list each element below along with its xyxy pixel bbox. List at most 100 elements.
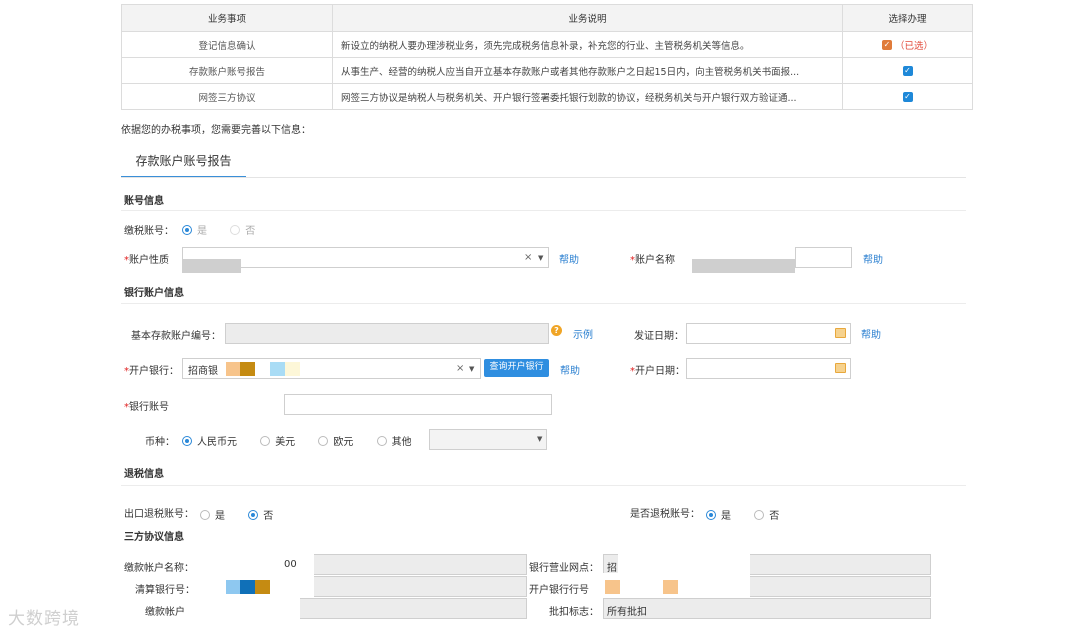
masked-value <box>182 259 241 273</box>
currency-other-select[interactable] <box>429 429 547 450</box>
radio-currency-eur[interactable] <box>318 435 329 446</box>
bank-account-input[interactable] <box>284 394 552 415</box>
radio-export-refund-yes[interactable] <box>200 509 210 520</box>
selected-label: （已选） <box>894 40 933 52</box>
radio-label: 否 <box>769 511 780 522</box>
row-desc: 从事生产、经营的纳税人应当自开立基本存款账户或者其他存款账户之日起15日内，向主… <box>332 57 843 84</box>
section-refund-info: 退税信息 <box>124 469 164 480</box>
question-icon[interactable]: ? <box>551 325 562 336</box>
help-link[interactable]: 帮助 <box>559 251 579 266</box>
help-link[interactable]: 帮助 <box>861 326 881 341</box>
opening-date-label: *开户日期： <box>630 366 685 377</box>
tab-divider <box>121 177 966 178</box>
deduct-flag-label: 批扣标志： <box>549 607 599 618</box>
clear-icon[interactable]: × <box>456 363 464 374</box>
account-name-label: *账户名称 <box>630 255 675 266</box>
deduct-flag-value: 所有批扣 <box>607 607 647 618</box>
masked-value <box>240 362 255 376</box>
divider <box>121 210 966 211</box>
query-bank-button[interactable]: 查询开户银行 <box>484 359 549 377</box>
radio-label: 是 <box>215 511 225 522</box>
masked-value <box>285 362 300 376</box>
chevron-down-icon[interactable]: ▼ <box>537 435 542 443</box>
pay-account-name-label: 缴款帐户名称： <box>124 563 194 574</box>
calendar-icon[interactable] <box>835 363 846 373</box>
col-header-select: 选择办理 <box>842 4 973 32</box>
checkbox-checked-icon[interactable]: ✓ <box>902 65 913 76</box>
radio-label: 是 <box>197 226 207 237</box>
row-desc: 网签三方协议是纳税人与税务机关、开户银行签署委托银行划款的协议，经税务机关与开户… <box>332 83 843 110</box>
row-item: 登记信息确认 <box>121 31 333 58</box>
opening-bank-value: 招商银 <box>188 366 218 377</box>
table-row: 登记信息确认 新设立的纳税人要办理涉税业务，须先完成税务信息补录，补充您的行业、… <box>121 31 973 58</box>
radio-currency-usd[interactable] <box>260 435 271 446</box>
radio-currency-other[interactable] <box>376 435 387 446</box>
calendar-icon[interactable] <box>835 328 846 338</box>
pay-account-label: 缴款帐户 <box>145 607 185 618</box>
chevron-down-icon[interactable]: ▼ <box>469 365 474 373</box>
divider <box>121 485 966 486</box>
example-link[interactable]: 示例 <box>573 326 593 341</box>
col-header-desc: 业务说明 <box>332 4 843 32</box>
table-row: 网签三方协议 网签三方协议是纳税人与税务机关、开户银行签署委托银行划款的协议，经… <box>121 83 973 110</box>
radio-currency-rmb[interactable] <box>182 435 192 446</box>
currency-label: 币种： <box>145 437 175 448</box>
intro-text: 依据您的办税事项，您需要完善以下信息： <box>121 125 311 136</box>
masked-value <box>618 548 750 576</box>
business-table: 业务事项 业务说明 选择办理 登记信息确认 新设立的纳税人要办理涉税业务，须先完… <box>121 4 973 110</box>
opening-date-input[interactable] <box>686 358 851 379</box>
radio-label: 是 <box>721 511 731 522</box>
help-link[interactable]: 帮助 <box>560 362 580 377</box>
opening-bank-no-label: 开户银行行号 <box>529 585 589 596</box>
table-row: 存款账户账号报告 从事生产、经营的纳税人应当自开立基本存款账户或者其他存款账户之… <box>121 57 973 84</box>
watermark-logo: 大数跨境 <box>8 609 80 629</box>
issue-date-label: 发证日期： <box>634 331 684 342</box>
checkbox-checked-icon[interactable]: ✓ <box>881 39 892 50</box>
row-item: 网签三方协议 <box>121 83 333 110</box>
radio-tax-account-yes[interactable] <box>182 224 192 235</box>
section-tripartite-info: 三方协议信息 <box>124 532 184 543</box>
bank-branch-label: 银行营业网点： <box>529 563 599 574</box>
clearing-bank-label: 清算银行号： <box>135 585 195 596</box>
is-refund-label: 是否退税账号： <box>630 509 700 520</box>
deduct-flag-input[interactable] <box>603 598 931 619</box>
radio-is-refund-yes[interactable] <box>706 509 716 520</box>
masked-value <box>255 580 270 594</box>
help-link[interactable]: 帮助 <box>863 251 883 266</box>
masked-value <box>605 580 620 594</box>
bank-branch-value: 招 <box>607 563 617 574</box>
radio-label: 其他 <box>391 437 412 448</box>
radio-label: 欧元 <box>333 437 354 448</box>
tax-account-label: 缴税账号： <box>124 226 174 237</box>
tab-deposit-account-report[interactable]: 存款账户账号报告 <box>121 147 246 178</box>
radio-label: 否 <box>245 226 256 237</box>
issue-date-input[interactable] <box>686 323 851 344</box>
row-desc: 新设立的纳税人要办理涉税业务，须先完成税务信息补录，补充您的行业、主管税务机关等… <box>332 31 843 58</box>
masked-value <box>198 595 300 619</box>
account-name-input[interactable] <box>795 247 852 268</box>
radio-export-refund-no[interactable] <box>248 509 259 520</box>
masked-value <box>226 362 240 376</box>
opening-bank-label: *开户银行： <box>124 366 179 377</box>
radio-is-refund-no[interactable] <box>754 509 765 520</box>
section-account-info: 账号信息 <box>124 196 164 207</box>
radio-label: 美元 <box>275 437 296 448</box>
account-nature-label: *账户性质 <box>124 255 169 266</box>
basic-deposit-input[interactable] <box>225 323 549 344</box>
clear-icon[interactable]: × <box>524 252 532 263</box>
pay-account-name-value: 00 <box>284 559 297 570</box>
export-refund-label: 出口退税账号： <box>124 509 194 520</box>
radio-label: 否 <box>263 511 274 522</box>
masked-value <box>226 580 240 594</box>
row-item: 存款账户账号报告 <box>121 57 333 84</box>
bank-account-label: *银行账号 <box>124 402 169 413</box>
checkbox-checked-icon[interactable]: ✓ <box>902 91 913 102</box>
masked-value <box>692 259 795 273</box>
radio-label: 人民币元 <box>197 437 237 448</box>
masked-value <box>663 580 678 594</box>
section-bank-info: 银行账户信息 <box>124 288 184 299</box>
radio-tax-account-no[interactable] <box>230 224 241 235</box>
col-header-item: 业务事项 <box>121 4 333 32</box>
chevron-down-icon[interactable]: ▼ <box>538 254 543 262</box>
masked-value <box>240 580 255 594</box>
